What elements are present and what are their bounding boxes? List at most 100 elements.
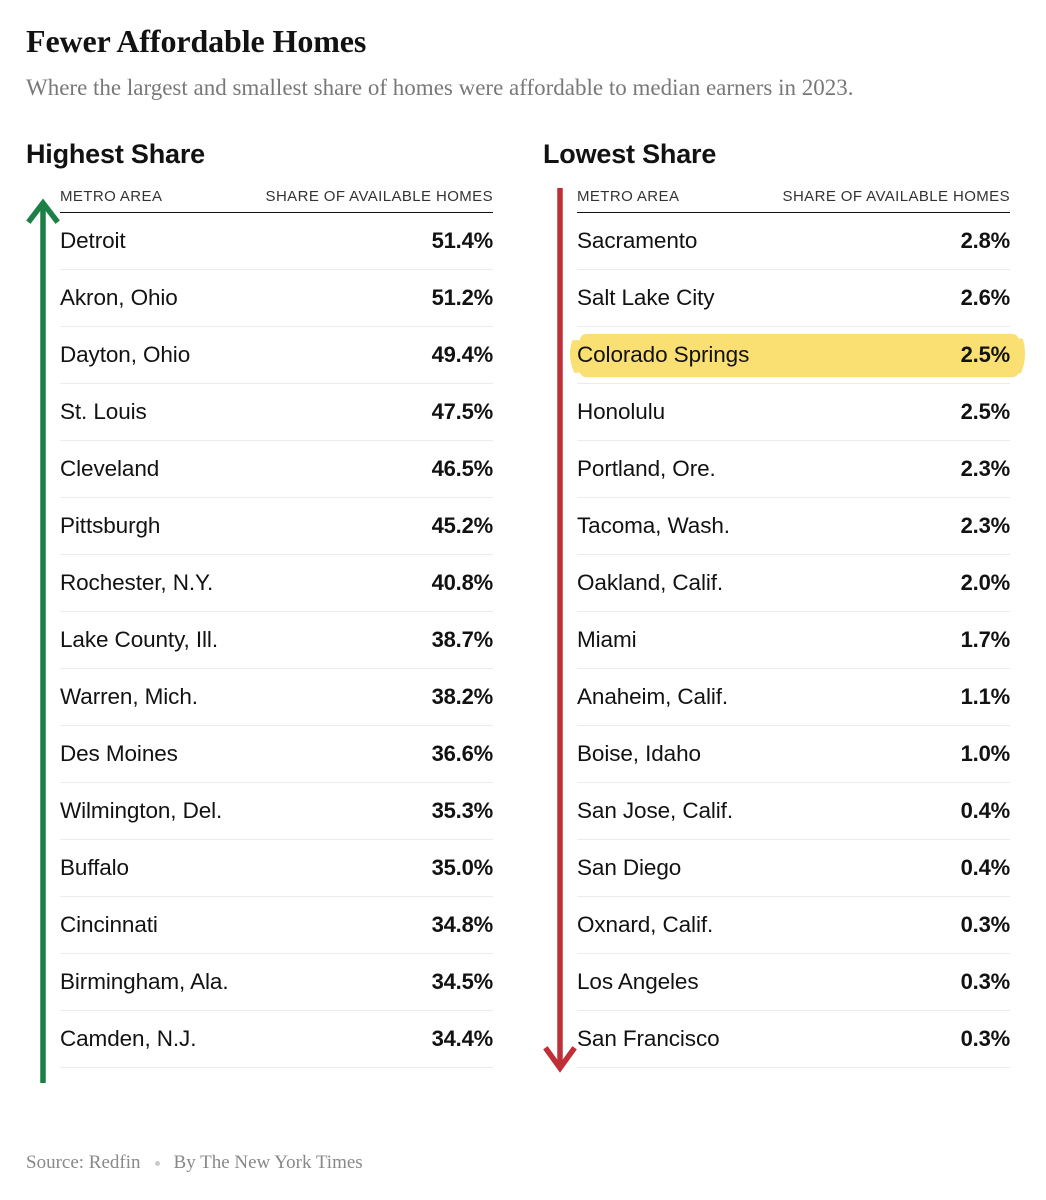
metro-area-cell: Los Angeles bbox=[577, 969, 699, 995]
metro-area-cell: Pittsburgh bbox=[60, 513, 161, 539]
metro-area-cell: Salt Lake City bbox=[577, 285, 715, 311]
share-value-cell: 34.4% bbox=[431, 1026, 494, 1052]
metro-area-cell: Sacramento bbox=[577, 228, 698, 254]
column-lowest-share: Lowest Share METRO AREA SHARE OF AVAILAB… bbox=[543, 139, 1026, 1073]
metro-area-cell: Oxnard, Calif. bbox=[577, 912, 714, 938]
credit-label: By The New York Times bbox=[173, 1152, 363, 1173]
share-value-cell: 49.4% bbox=[431, 342, 494, 368]
metro-area-cell: Portland, Ore. bbox=[577, 456, 716, 482]
column-header-metro: METRO AREA bbox=[577, 188, 680, 206]
table-lowest: METRO AREA SHARE OF AVAILABLE HOMES Sacr… bbox=[569, 188, 1026, 1069]
table-row: Anaheim, Calif. 1.1% bbox=[577, 669, 1011, 727]
table-row: Salt Lake City 2.6% bbox=[577, 270, 1010, 328]
share-value-cell: 40.8% bbox=[431, 570, 494, 596]
share-value-cell: 0.4% bbox=[960, 798, 1011, 824]
share-value-cell: 2.5% bbox=[960, 342, 1011, 368]
table-row: Miami 1.7% bbox=[577, 612, 1011, 670]
table-header-lowest: METRO AREA SHARE OF AVAILABLE HOMES bbox=[577, 188, 1010, 214]
metro-area-cell: Buffalo bbox=[60, 855, 129, 881]
table-header-highest: METRO AREA SHARE OF AVAILABLE HOMES bbox=[60, 188, 493, 214]
table-row: Buffalo 35.0% bbox=[60, 840, 494, 898]
share-value-cell: 35.0% bbox=[431, 855, 494, 881]
metro-area-cell: Wilmington, Del. bbox=[60, 798, 223, 824]
share-value-cell: 1.0% bbox=[960, 741, 1011, 767]
column-header-share: SHARE OF AVAILABLE HOMES bbox=[265, 188, 493, 206]
table-row: Birmingham, Ala. 34.5% bbox=[60, 954, 494, 1012]
graphic-root: Fewer Affordable Homes Where the largest… bbox=[0, 0, 1046, 1200]
metro-area-cell: Camden, N.J. bbox=[60, 1026, 197, 1052]
metro-area-cell: Lake County, Ill. bbox=[60, 627, 218, 653]
page-title: Fewer Affordable Homes bbox=[26, 23, 367, 59]
share-value-cell: 2.5% bbox=[960, 399, 1011, 425]
share-value-cell: 0.4% bbox=[960, 855, 1011, 881]
metro-area-cell: Cincinnati bbox=[60, 912, 158, 938]
metro-area-cell: Cleveland bbox=[60, 456, 160, 482]
share-value-cell: 2.8% bbox=[960, 228, 1011, 254]
share-value-cell: 46.5% bbox=[431, 456, 494, 482]
table-row: Rochester, N.Y. 40.8% bbox=[60, 555, 494, 613]
separator-dot-icon bbox=[154, 1160, 160, 1166]
footer: Source: Redfin By The New York Times bbox=[26, 1152, 363, 1174]
table-row: Cincinnati 34.8% bbox=[60, 897, 494, 955]
metro-area-cell: Miami bbox=[577, 627, 637, 653]
source-label: Source: Redfin bbox=[26, 1152, 141, 1173]
share-value-cell: 1.7% bbox=[960, 627, 1011, 653]
table-row: Cleveland 46.5% bbox=[60, 441, 494, 499]
table-row: Dayton, Ohio 49.4% bbox=[60, 327, 494, 385]
page-subtitle: Where the largest and smallest share of … bbox=[26, 74, 854, 100]
table-row: Wilmington, Del. 35.3% bbox=[60, 783, 494, 841]
share-value-cell: 45.2% bbox=[431, 513, 494, 539]
metro-area-cell: Warren, Mich. bbox=[60, 684, 198, 710]
share-value-cell: 47.5% bbox=[431, 399, 494, 425]
share-value-cell: 0.3% bbox=[960, 969, 1011, 995]
metro-area-cell: Boise, Idaho bbox=[577, 741, 701, 767]
share-value-cell: 51.4% bbox=[431, 228, 494, 254]
metro-area-cell: Honolulu bbox=[577, 399, 666, 425]
tables-container: Highest Share METRO AREA SHARE OF AVAILA… bbox=[26, 139, 1026, 1084]
table-body-highest: Detroit 51.4% Akron, Ohio 51.2% Dayton, Ohio… bbox=[60, 213, 494, 1069]
column-title-highest: Highest Share bbox=[26, 139, 205, 170]
share-value-cell: 2.3% bbox=[960, 456, 1011, 482]
metro-area-cell: Oakland, Calif. bbox=[577, 570, 724, 596]
table-row: Des Moines 36.6% bbox=[60, 726, 494, 784]
table-row: Portland, Ore. 2.3% bbox=[577, 441, 1011, 499]
table-row: Detroit 51.4% bbox=[60, 213, 494, 271]
table-row: San Jose, Calif. 0.4% bbox=[577, 783, 1011, 841]
rail-highest bbox=[26, 188, 60, 1084]
table-row: Los Angeles 0.3% bbox=[577, 954, 1011, 1012]
share-value-cell: 34.8% bbox=[431, 912, 494, 938]
share-value-cell: 51.2% bbox=[431, 285, 494, 311]
share-value-cell: 0.3% bbox=[960, 912, 1011, 938]
column-title-lowest: Lowest Share bbox=[543, 139, 717, 170]
table-row: Tacoma, Wash. 2.3% bbox=[577, 498, 1010, 556]
column-header-metro: METRO AREA bbox=[60, 188, 163, 206]
share-value-cell: 35.3% bbox=[431, 798, 494, 824]
table-row: Oakland, Calif. 2.0% bbox=[577, 555, 1011, 613]
metro-area-cell: San Francisco bbox=[577, 1026, 720, 1052]
rail-lowest bbox=[543, 188, 577, 1073]
share-value-cell: 34.5% bbox=[431, 969, 494, 995]
share-value-cell: 1.1% bbox=[960, 684, 1011, 710]
table-row: Lake County, Ill. 38.7% bbox=[60, 612, 493, 670]
table-row: Pittsburgh 45.2% bbox=[60, 498, 494, 556]
share-value-cell: 36.6% bbox=[431, 741, 494, 767]
table-row: St. Louis 47.5% bbox=[60, 384, 494, 442]
metro-area-cell: San Diego bbox=[577, 855, 682, 881]
table-row: Camden, N.J. 34.4% bbox=[60, 1011, 494, 1069]
table-row: Oxnard, Calif. 0.3% bbox=[577, 897, 1011, 955]
table-body-lowest: Sacramento 2.8% Salt Lake City 2.6% Colorado… bbox=[569, 213, 1026, 1069]
share-value-cell: 38.2% bbox=[431, 684, 494, 710]
metro-area-cell: San Jose, Calif. bbox=[577, 798, 733, 824]
table-row: Honolulu 2.5% bbox=[577, 384, 1011, 442]
table-row: Akron, Ohio 51.2% bbox=[60, 270, 494, 328]
metro-area-cell: St. Louis bbox=[60, 399, 147, 425]
metro-area-cell: Detroit bbox=[60, 228, 126, 254]
table-row: Boise, Idaho 1.0% bbox=[577, 726, 1011, 784]
metro-area-cell: Colorado Springs bbox=[577, 342, 750, 368]
share-value-cell: 2.0% bbox=[960, 570, 1011, 596]
metro-area-cell: Akron, Ohio bbox=[60, 285, 178, 311]
metro-area-cell: Rochester, N.Y. bbox=[60, 570, 214, 596]
table-highest: METRO AREA SHARE OF AVAILABLE HOMES Detr… bbox=[60, 188, 494, 1069]
column-highest-share: Highest Share METRO AREA SHARE OF AVAILA… bbox=[26, 139, 494, 1084]
table-row: Sacramento 2.8% bbox=[577, 213, 1011, 271]
